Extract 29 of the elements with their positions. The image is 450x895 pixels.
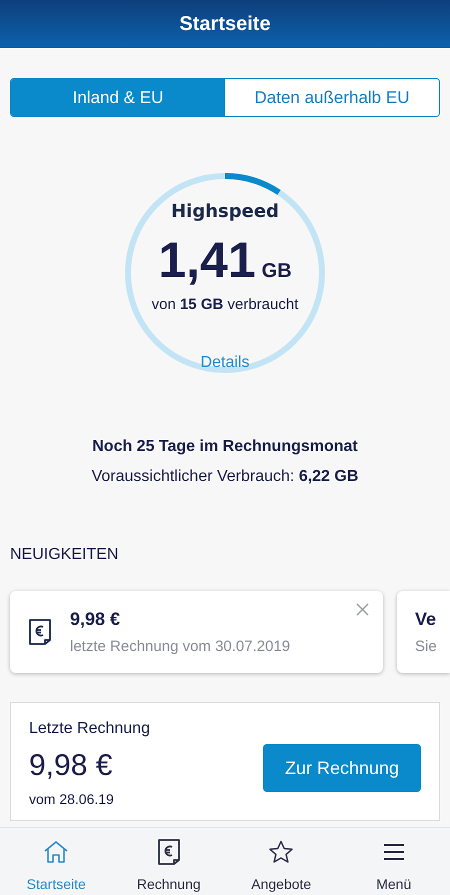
segment-tab[interactable]: Inland & EU [11,79,225,116]
usage-amount: 1,41 [158,235,256,286]
invoice-date: vom 28.06.19 [29,790,115,810]
news-title: Ve [415,608,437,631]
invoice-icon [28,618,52,646]
usage-unit: GB [262,259,292,284]
home-icon [43,840,70,864]
news-title: 9,98 € [70,608,122,631]
section-heading: NEUIGKEITEN [10,545,120,566]
remaining-days: Noch 25 Tage im Rechnungsmonat [92,435,358,460]
nav-tab[interactable]: Rechnung [112,838,225,895]
star-icon [268,840,294,864]
invoice-label: Letzte Rechnung [29,719,151,740]
invoice-amount: 9,98 € [29,751,114,782]
news-subtitle: letzte Rechnung vom 30.07.2019 [70,636,290,657]
usage-forecast: Voraussichtlicher Verbrauch: 6,22 GB [92,467,358,488]
segment-tab[interactable]: Daten außerhalb EU [225,79,439,116]
close-icon[interactable] [356,603,369,616]
invoice-button[interactable]: Zur Rechnung [263,744,421,792]
news-card[interactable]: Ve Sie [397,591,450,674]
menu-icon [382,843,405,861]
usage-title: Highspeed [171,200,279,224]
usage-caption: von 15 GB verbraucht [152,295,298,316]
nav-tab[interactable]: Menü [338,838,450,895]
news-subtitle: Sie [415,636,437,657]
news-card[interactable]: 9,98 € letzte Rechnung vom 30.07.2019 [10,591,383,674]
nav-tab[interactable]: Angebote [225,838,338,895]
invoice-icon [156,838,181,866]
page-title: Startseite [179,12,271,37]
